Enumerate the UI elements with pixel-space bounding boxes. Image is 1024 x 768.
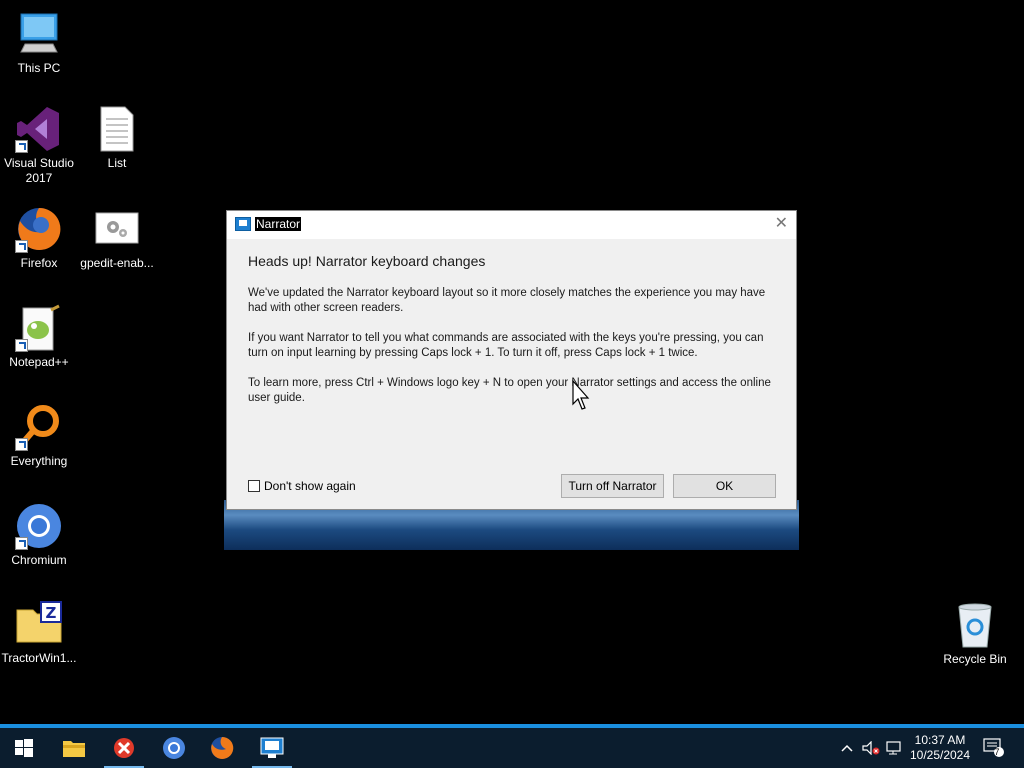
desktop-icon-this-pc[interactable]: This PC bbox=[0, 10, 79, 76]
shortcut-arrow-icon bbox=[15, 339, 28, 352]
desktop-icon-firefox[interactable]: Firefox bbox=[0, 205, 79, 271]
desktop-icon-notepad-plus-plus[interactable]: Notepad++ bbox=[0, 304, 79, 370]
dont-show-again-checkbox[interactable]: Don't show again bbox=[248, 479, 356, 493]
notepad-plus-plus-icon bbox=[15, 304, 63, 352]
show-hidden-icons-button[interactable] bbox=[838, 728, 856, 768]
turn-off-narrator-button[interactable]: Turn off Narrator bbox=[561, 474, 664, 498]
folder-zip-icon: Z bbox=[15, 600, 63, 648]
settings-file-icon bbox=[93, 205, 141, 253]
dialog-titlebar[interactable]: Narrator ✕ bbox=[227, 211, 796, 239]
computer-icon bbox=[15, 10, 63, 58]
dialog-paragraph: To learn more, press Ctrl + Windows logo… bbox=[248, 377, 771, 404]
desktop-icon-label: Everything bbox=[10, 454, 68, 468]
volume-muted-icon bbox=[862, 741, 880, 755]
close-button[interactable]: ✕ bbox=[775, 215, 788, 233]
shortcut-arrow-icon bbox=[15, 537, 28, 550]
network-icon bbox=[886, 741, 901, 755]
shortcut-arrow-icon bbox=[15, 140, 28, 153]
desktop-icon-label: List bbox=[107, 156, 127, 170]
visual-studio-icon bbox=[15, 105, 63, 153]
file-explorer-icon bbox=[63, 741, 85, 757]
taskbar-file-explorer[interactable] bbox=[50, 728, 98, 768]
desktop-icon-tractor[interactable]: Z TractorWin1... bbox=[0, 600, 79, 666]
taskbar-narrator[interactable] bbox=[248, 728, 296, 768]
clock-time: 10:37 AM bbox=[914, 733, 966, 747]
firefox-icon bbox=[15, 205, 63, 253]
desktop-icon-chromium[interactable]: Chromium bbox=[0, 502, 79, 568]
desktop-icon-label: This PC bbox=[17, 61, 61, 75]
tractor-icon bbox=[114, 738, 134, 758]
notification-count-badge: 7 bbox=[994, 747, 1000, 757]
dialog-paragraph: If you want Narrator to tell you what co… bbox=[248, 332, 764, 359]
everything-search-icon bbox=[15, 403, 63, 451]
windows-logo-icon bbox=[15, 739, 33, 757]
desktop-icon-list[interactable]: List bbox=[77, 105, 157, 171]
ok-button[interactable]: OK bbox=[673, 474, 776, 498]
taskbar-firefox[interactable] bbox=[198, 728, 246, 768]
clock-date: 10/25/2024 bbox=[909, 748, 971, 762]
desktop-icon-label: TractorWin1... bbox=[1, 651, 77, 665]
desktop-icon-label: gpedit-enab... bbox=[80, 256, 154, 270]
desktop-icon-gpedit[interactable]: gpedit-enab... bbox=[77, 205, 157, 271]
chromium-icon bbox=[163, 737, 185, 759]
recycle-bin-icon bbox=[951, 601, 999, 649]
desktop-icon-label: Visual Studio 2017 bbox=[4, 156, 74, 185]
checkbox-box[interactable] bbox=[248, 480, 260, 492]
start-button[interactable] bbox=[0, 728, 48, 768]
svg-text:Z: Z bbox=[46, 604, 57, 622]
shortcut-arrow-icon bbox=[15, 438, 28, 451]
desktop-icon-visual-studio[interactable]: Visual Studio 2017 bbox=[0, 105, 79, 186]
taskbar-chromium[interactable] bbox=[150, 728, 198, 768]
narrator-icon bbox=[260, 737, 284, 758]
shortcut-arrow-icon bbox=[15, 240, 28, 253]
desktop-icon-label: Recycle Bin bbox=[943, 652, 1007, 666]
desktop-icon-everything[interactable]: Everything bbox=[0, 403, 79, 469]
chevron-up-icon bbox=[841, 744, 853, 752]
taskbar-tractor-app[interactable] bbox=[100, 728, 148, 768]
checkbox-label[interactable]: Don't show again bbox=[264, 479, 356, 493]
narrator-dialog: Narrator ✕ Heads up! Narrator keyboard c… bbox=[226, 210, 797, 510]
dialog-title: Narrator bbox=[255, 217, 302, 231]
firefox-icon bbox=[211, 736, 234, 759]
desktop-icon-label: Firefox bbox=[20, 256, 58, 270]
clock[interactable]: 10:37 AM 10/25/2024 bbox=[905, 728, 975, 768]
narrator-icon bbox=[235, 217, 251, 231]
dialog-heading: Heads up! Narrator keyboard changes bbox=[248, 253, 486, 269]
taskbar: 10:37 AM 10/25/2024 7 bbox=[0, 728, 1024, 768]
network-button[interactable] bbox=[884, 728, 906, 768]
desktop-icon-label: Chromium bbox=[11, 553, 67, 567]
dialog-paragraph: We've updated the Narrator keyboard layo… bbox=[248, 287, 766, 314]
action-center-button[interactable]: 7 bbox=[980, 728, 1008, 768]
text-file-icon bbox=[93, 105, 141, 153]
chromium-icon bbox=[15, 502, 63, 550]
desktop-icon-recycle-bin[interactable]: Recycle Bin bbox=[935, 601, 1015, 667]
volume-muted-button[interactable] bbox=[860, 728, 882, 768]
desktop-icon-label: Notepad++ bbox=[9, 355, 69, 369]
